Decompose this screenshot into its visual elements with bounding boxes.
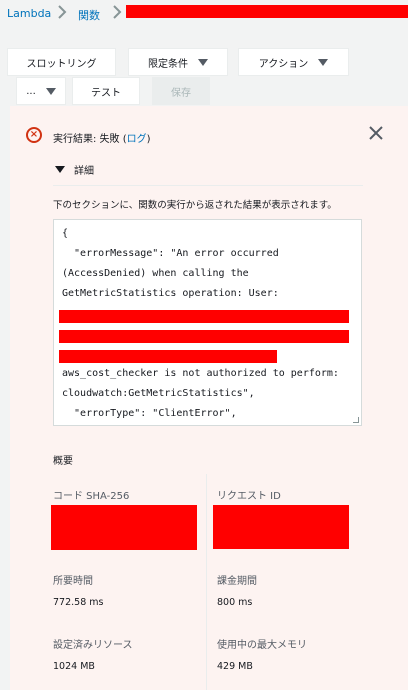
- redacted-code-line: [59, 350, 277, 363]
- billed-duration-value: 800 ms: [217, 597, 253, 608]
- max-memory-value: 429 MB: [217, 661, 253, 672]
- log-link[interactable]: ログ: [127, 134, 147, 145]
- throttle-label: スロットリング: [26, 58, 97, 70]
- max-memory-label: 使用中の最大メモリ: [217, 640, 307, 651]
- close-icon[interactable]: [367, 124, 385, 142]
- configured-resources-label: 設定済みリソース: [53, 640, 133, 651]
- code-line: cloudwatch:GetMetricStatistics",: [62, 388, 255, 399]
- result-title-suffix: ): [146, 134, 151, 145]
- caret-down-icon: [45, 87, 56, 95]
- details-label: 詳細: [74, 165, 94, 177]
- column-divider: [206, 474, 207, 690]
- test-button[interactable]: テスト: [72, 77, 140, 105]
- request-id-label: リクエスト ID: [217, 491, 281, 502]
- actions-dropdown[interactable]: アクション: [238, 48, 349, 76]
- chevron-right-icon: [113, 5, 122, 19]
- code-line: GetMetricStatistics operation: User:: [62, 288, 279, 299]
- throttle-button[interactable]: スロットリング: [7, 48, 116, 76]
- summary-heading: 概要: [53, 456, 73, 467]
- more-dropdown[interactable]: ...: [16, 77, 66, 105]
- redacted-function-name: [126, 5, 408, 18]
- code-line: "errorMessage": "An error occurred: [62, 248, 279, 259]
- execution-result-title: 実行結果: 失敗 (ログ): [53, 130, 151, 145]
- resize-handle-icon[interactable]: [353, 417, 359, 423]
- caret-down-icon: [318, 58, 329, 66]
- billed-duration-label: 課金期間: [217, 576, 257, 587]
- more-label: ...: [26, 85, 36, 97]
- chevron-right-icon: [58, 5, 67, 19]
- code-line: "errorType": "ClientError",: [62, 408, 237, 419]
- caret-down-icon: [198, 58, 208, 66]
- breadcrumb: Lambda 関数: [0, 0, 408, 30]
- redacted-code-line: [59, 330, 349, 343]
- divider: [53, 185, 363, 186]
- duration-value: 772.58 ms: [53, 597, 104, 608]
- details-toggle[interactable]: 詳細: [55, 158, 355, 180]
- redacted-code-line: [59, 310, 349, 323]
- code-line: (AccessDenied) when calling the: [62, 268, 249, 279]
- error-icon: ×: [26, 127, 42, 143]
- breadcrumb-functions-link[interactable]: 関数: [78, 7, 100, 23]
- save-label: 保存: [171, 87, 191, 99]
- actions-label: アクション: [258, 58, 309, 70]
- save-button[interactable]: 保存: [152, 77, 210, 105]
- result-description: 下のセクションに、関数の実行から返された結果が表示されます。: [53, 200, 337, 211]
- breadcrumb-lambda-link[interactable]: Lambda: [7, 7, 51, 20]
- result-code-area[interactable]: { "errorMessage": "An error occurred (Ac…: [53, 219, 362, 426]
- duration-label: 所要時間: [53, 576, 93, 587]
- code-line: {: [62, 228, 69, 239]
- configured-resources-value: 1024 MB: [53, 661, 95, 672]
- result-status-text: 実行結果: 失敗 (: [53, 134, 127, 145]
- caret-down-icon: [55, 165, 65, 173]
- code-line: aws_cost_checker is not authorized to pe…: [62, 368, 339, 379]
- qualifiers-dropdown[interactable]: 限定条件: [128, 48, 228, 76]
- qualifiers-label: 限定条件: [148, 58, 188, 70]
- test-label: テスト: [91, 87, 121, 99]
- code-sha-label: コード SHA-256: [53, 491, 130, 502]
- redacted-request-id: [213, 505, 349, 549]
- execution-result-panel: × 実行結果: 失敗 (ログ) 詳細 下のセクションに、関数の実行から返された結…: [10, 106, 408, 690]
- redacted-code-sha: [51, 505, 197, 550]
